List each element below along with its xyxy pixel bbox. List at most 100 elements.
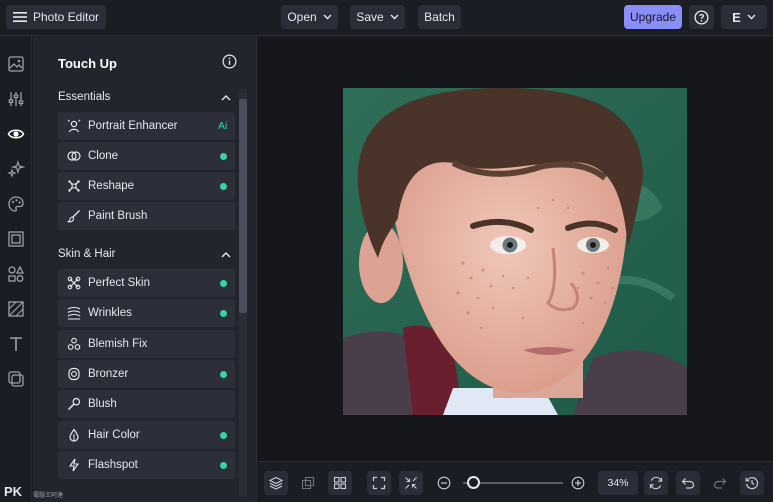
- zoom-out-icon: [437, 476, 451, 490]
- tool-label: Flashspot: [88, 459, 138, 471]
- perfect-skin-icon: [67, 276, 81, 290]
- panel-scrollbar-thumb[interactable]: [239, 99, 247, 313]
- tool-label: Portrait Enhancer: [88, 120, 178, 132]
- status-dot: [220, 462, 227, 469]
- layers-button[interactable]: [264, 471, 288, 495]
- fit-screen-icon: [372, 476, 386, 490]
- redo-button[interactable]: [708, 471, 732, 495]
- rail-effects-sparkle-icon[interactable]: [7, 160, 25, 178]
- rail-adjust-icon[interactable]: [7, 90, 25, 108]
- chevron-down-icon: [390, 14, 399, 20]
- rail-overlays-icon[interactable]: [7, 370, 25, 388]
- tool-perfect-skin[interactable]: Perfect Skin: [58, 269, 235, 297]
- zoom-slider-knob[interactable]: [467, 476, 481, 489]
- tool-flashspot[interactable]: Flashspot: [58, 451, 235, 479]
- help-button[interactable]: [689, 5, 714, 29]
- touch-up-panel: Touch Up Essentials Portrait Enhancer Ai…: [33, 37, 257, 502]
- photo-canvas[interactable]: [343, 88, 687, 415]
- tool-reshape[interactable]: Reshape: [58, 172, 235, 200]
- panel-title: Touch Up: [58, 56, 117, 71]
- compare-icon: [301, 476, 315, 490]
- upgrade-button[interactable]: Upgrade: [624, 5, 682, 29]
- undo-icon: [681, 478, 695, 489]
- chevron-down-icon: [323, 14, 332, 20]
- status-dot: [220, 432, 227, 439]
- paint-brush-icon: [67, 210, 80, 223]
- open-button[interactable]: Open: [281, 5, 338, 29]
- status-dot: [220, 310, 227, 317]
- section-skin-hair-header[interactable]: Skin & Hair: [58, 248, 116, 260]
- status-dot: [220, 153, 227, 160]
- rail-touchup-eye-icon[interactable]: [7, 125, 25, 143]
- history-icon: [745, 477, 759, 490]
- wrinkles-icon: [67, 306, 81, 320]
- zoom-unit: %: [619, 477, 629, 489]
- refresh-icon: [649, 476, 663, 490]
- avatar: E: [732, 9, 741, 25]
- rail-artsy-palette-icon[interactable]: [7, 195, 25, 213]
- account-button[interactable]: E: [721, 5, 767, 29]
- status-dot: [220, 280, 227, 287]
- fit-to-screen-button[interactable]: [367, 471, 391, 495]
- status-dot: [220, 371, 227, 378]
- tool-portrait-enhancer[interactable]: Portrait Enhancer Ai: [58, 112, 235, 140]
- info-icon[interactable]: [222, 54, 237, 69]
- canvas-area: [258, 37, 773, 461]
- batch-label: Batch: [424, 10, 455, 24]
- watermark-logo: PK: [4, 484, 23, 499]
- compare-button[interactable]: [296, 471, 320, 495]
- zoom-level-readout[interactable]: 34%: [598, 471, 638, 495]
- actual-size-button[interactable]: [399, 471, 423, 495]
- grid-view-button[interactable]: [328, 471, 352, 495]
- blemish-fix-icon: [67, 337, 81, 350]
- tool-label: Blush: [88, 398, 117, 410]
- undo-button[interactable]: [676, 471, 700, 495]
- tool-blemish-fix[interactable]: Blemish Fix: [58, 330, 235, 358]
- redo-icon: [713, 478, 727, 489]
- tool-blush[interactable]: Blush: [58, 390, 235, 418]
- tool-label: Reshape: [88, 180, 135, 192]
- rail-frames-icon[interactable]: [7, 230, 25, 248]
- ai-badge: Ai: [218, 120, 228, 132]
- tool-rail: [0, 37, 32, 502]
- help-icon: [694, 9, 709, 25]
- hamburger-icon: [12, 12, 27, 22]
- zoom-percent: 34: [607, 477, 620, 489]
- reshape-icon: [68, 180, 80, 192]
- tool-label: Blemish Fix: [88, 338, 148, 350]
- history-button[interactable]: [740, 471, 764, 495]
- app-title: Photo Editor: [32, 10, 100, 24]
- tool-label: Perfect Skin: [88, 277, 150, 289]
- portrait-enhancer-icon: [67, 119, 81, 133]
- save-button[interactable]: Save: [350, 5, 405, 29]
- rail-graphics-shapes-icon[interactable]: [7, 265, 25, 283]
- zoom-out-button[interactable]: [432, 471, 456, 495]
- tool-clone[interactable]: Clone: [58, 142, 235, 170]
- menu-button[interactable]: Photo Editor: [6, 5, 106, 29]
- bronzer-icon: [68, 367, 80, 381]
- chevron-down-icon: [747, 14, 756, 20]
- tool-label: Hair Color: [88, 429, 140, 441]
- rail-textures-icon[interactable]: [7, 300, 25, 318]
- zoom-in-icon: [571, 476, 585, 490]
- chevron-up-icon[interactable]: [221, 94, 231, 102]
- flashspot-lightning-icon: [68, 458, 80, 472]
- save-label: Save: [356, 10, 384, 24]
- hair-color-drop-icon: [69, 428, 79, 442]
- batch-button[interactable]: Batch: [418, 5, 461, 29]
- tool-bronzer[interactable]: Bronzer: [58, 360, 235, 388]
- refresh-button[interactable]: [644, 471, 668, 495]
- open-label: Open: [287, 10, 317, 24]
- top-toolbar: Photo Editor Open Save Batch Upgrade E: [0, 0, 773, 36]
- zoom-in-button[interactable]: [566, 471, 590, 495]
- rail-image-icon[interactable]: [7, 55, 25, 73]
- tool-hair-color[interactable]: Hair Color: [58, 421, 235, 449]
- rail-text-icon[interactable]: [7, 335, 25, 353]
- tool-wrinkles[interactable]: Wrinkles: [58, 299, 235, 327]
- tool-label: Wrinkles: [88, 307, 132, 319]
- chevron-up-icon[interactable]: [221, 251, 231, 259]
- tool-label: Bronzer: [88, 368, 129, 380]
- tool-paint-brush[interactable]: Paint Brush: [58, 202, 235, 230]
- section-essentials-header[interactable]: Essentials: [58, 91, 110, 103]
- blush-brush-icon: [67, 397, 81, 411]
